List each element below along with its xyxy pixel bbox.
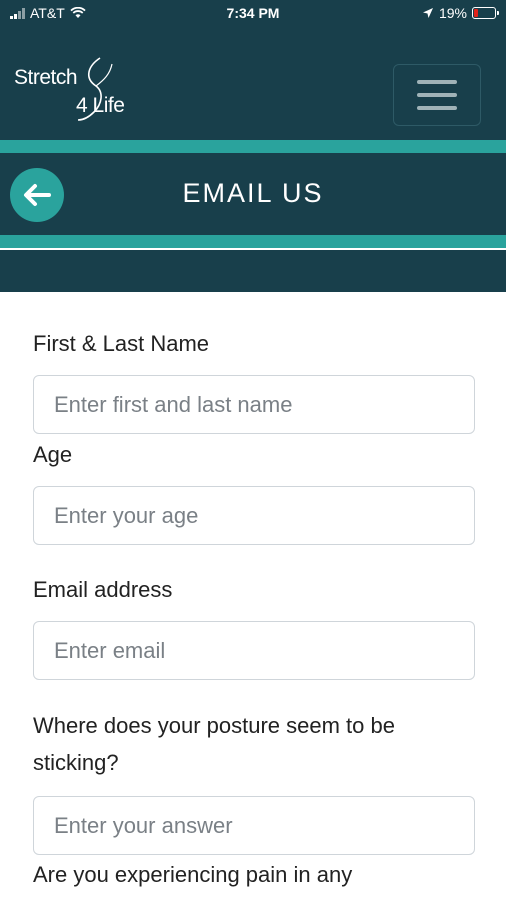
hamburger-icon-bar — [417, 106, 457, 110]
posture-input[interactable] — [33, 796, 475, 855]
name-input[interactable] — [33, 375, 475, 434]
name-label: First & Last Name — [33, 331, 210, 356]
age-label: Age — [33, 442, 73, 467]
email-us-screen: AT&T 7:34 PM 19% Stretch 4 Life EMAIL US… — [0, 0, 506, 900]
battery-icon — [472, 7, 499, 19]
location-arrow-icon — [422, 8, 433, 18]
battery-level — [474, 9, 478, 17]
battery-percent: 19% — [438, 5, 467, 21]
pain-label: Are you experiencing pain in any — [33, 862, 353, 887]
posture-label: Where does your posture seem to be stick… — [33, 713, 395, 775]
stretch-4-life-logo[interactable]: Stretch 4 Life — [14, 56, 144, 126]
status-right-group: 19% — [422, 5, 499, 21]
header-lower-band — [0, 250, 506, 292]
teal-divider-bottom — [0, 235, 506, 248]
logo-line-2: 4 Life — [76, 94, 125, 117]
age-input[interactable] — [33, 486, 475, 545]
email-input[interactable] — [33, 621, 475, 680]
teal-divider-top — [0, 140, 506, 153]
hamburger-icon-bar — [417, 93, 457, 97]
hamburger-menu-button[interactable] — [393, 64, 481, 126]
logo-line-1: Stretch — [14, 66, 78, 89]
hamburger-icon — [417, 80, 457, 84]
email-label: Email address — [33, 577, 173, 602]
page-title: EMAIL US — [182, 178, 324, 208]
title-band: EMAIL US — [0, 153, 506, 235]
app-header: Stretch 4 Life — [0, 28, 506, 140]
status-bar: AT&T 7:34 PM 19% — [0, 0, 506, 28]
